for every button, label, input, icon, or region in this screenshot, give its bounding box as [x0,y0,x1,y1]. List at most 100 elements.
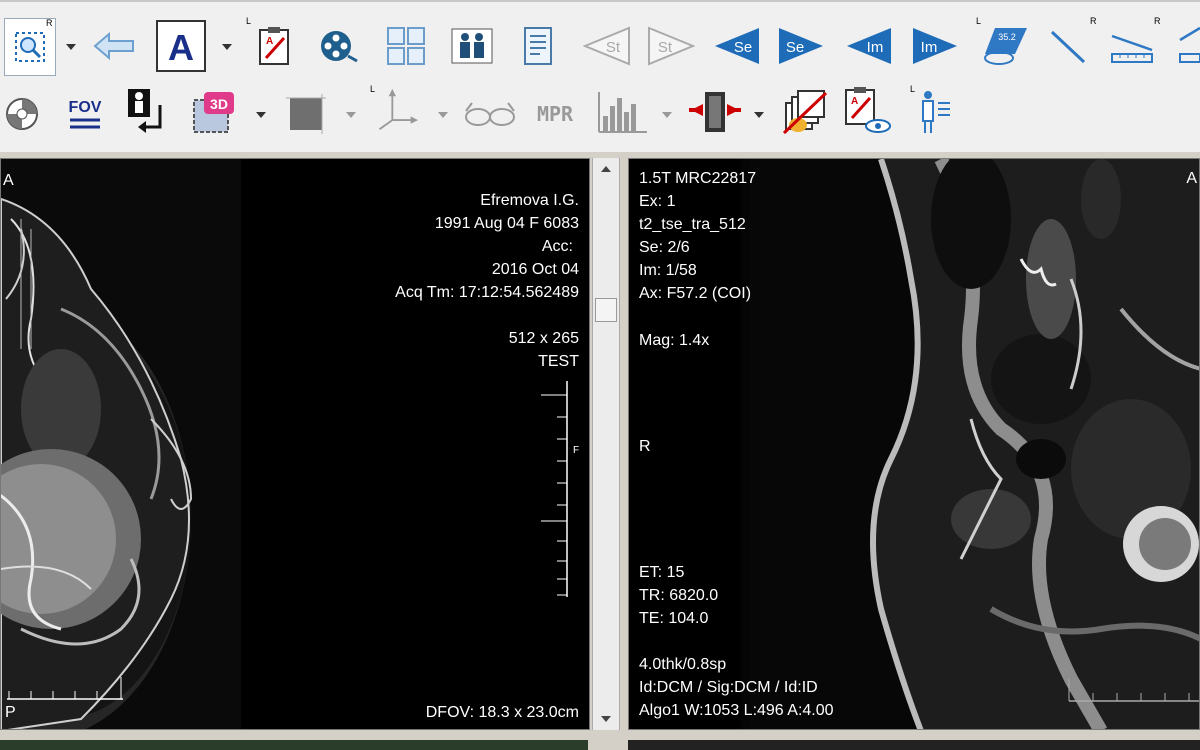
zoom-icon [15,32,45,62]
line-measure-icon [1050,30,1086,64]
study-date: 2016 Oct 04 [491,261,579,278]
sequence-label: t2_tse_tra_512 [639,216,746,233]
ruler-icon [1111,34,1153,63]
back-button[interactable] [92,24,136,68]
svg-text:A: A [266,36,273,47]
ruler-alt-icon [1179,26,1200,63]
svg-text:St: St [606,39,621,56]
text-dropdown[interactable] [222,44,232,50]
scroll-up-icon[interactable] [601,166,611,172]
svg-text:St: St [658,39,673,56]
right-viewport[interactable]: 1.5T MRC22817 Ex: 1 t2_tse_tra_512 Se: 2… [628,158,1200,730]
study-next-button[interactable]: St [646,24,696,68]
text-annotation-button[interactable]: A [156,20,206,72]
axis-button[interactable] [374,88,418,132]
svg-text:Im: Im [867,39,884,56]
series-next-icon: Se [779,28,823,64]
series-prev-button[interactable]: Se [712,24,762,68]
back-arrow-icon [93,31,134,61]
3d-dropdown[interactable] [256,112,266,118]
stack-scroll-button[interactable] [780,90,830,135]
crop-dropdown[interactable] [346,112,356,118]
svg-text:FOV: FOV [69,99,102,116]
ruler-button[interactable] [1110,24,1154,68]
thickness-label: 4.0thk/0.8sp [639,656,727,673]
orientation-bottom-label: P [5,704,16,721]
patient-info-icon [922,91,950,133]
study-prev-button[interactable]: St [582,24,632,68]
histogram-dropdown[interactable] [662,112,672,118]
scroll-thumb[interactable] [595,298,617,322]
report-document-icon [524,27,552,65]
exam-label: Ex: 1 [639,193,676,210]
mpr-button[interactable]: MPR [526,92,584,136]
histogram-icon [598,92,647,133]
svg-text:A: A [168,27,194,66]
patient-rotate-button[interactable] [124,88,168,133]
dfov-label: DFOV: 18.3 x 23.0cm [425,704,579,721]
histogram-button[interactable] [594,90,650,134]
annotation-text-icon: A [168,27,194,66]
tr-label: TR: 6820.0 [639,587,719,604]
te-label: TE: 104.0 [639,610,709,627]
zoom-dropdown[interactable] [66,44,76,50]
orientation-top-label: A [3,172,14,189]
image-next-button[interactable]: Im [910,24,960,68]
3d-button[interactable]: 3D [190,90,240,134]
patient-info-button[interactable] [912,90,956,134]
layout-button[interactable] [384,24,428,68]
ruler-sup: R [1154,16,1161,26]
accession-label: Acc: [541,238,573,255]
angle-measure-button[interactable]: 35.2 [978,24,1030,68]
glasses-button[interactable] [462,92,516,136]
bottom-viewport-strip [0,732,1200,750]
axis-icon [378,88,418,130]
clipboard-annotate-button[interactable]: A [252,24,296,68]
fov-button[interactable]: FOV [60,92,110,136]
crop-button[interactable] [284,92,328,136]
series-next-button[interactable]: Se [776,24,826,68]
image-number-label: Im: 1/58 [639,262,697,279]
svg-text:Se: Se [734,39,752,56]
institution-label: TEST [538,353,579,370]
compare-icon [689,92,741,132]
angle-sup: L [976,16,982,26]
series-label: Se: 2/6 [639,239,690,256]
horizontal-scale-ruler [7,677,123,700]
svg-text:3D: 3D [210,96,228,112]
svg-text:Im: Im [921,39,938,56]
3d-icon: 3D [193,92,234,133]
orientation-left-label: R [639,438,651,455]
acquisition-time: Acq Tm: 17:12:54.562489 [395,284,579,301]
scale-marker-label: F [573,445,580,456]
patients-button[interactable] [450,24,494,68]
clipboard-annotate-icon: A [259,27,289,65]
axis-sup: L [370,84,376,94]
image-prev-icon: Im [847,28,891,64]
magnification-label: Mag: 1.4x [639,332,710,349]
window-level-icon [6,98,38,130]
axis-dropdown[interactable] [438,112,448,118]
cine-button[interactable] [316,24,360,68]
right-horizontal-scale-ruler [1068,679,1199,702]
toolbar-divider [0,0,1200,2]
fov-icon: FOV [69,99,102,129]
compare-dropdown[interactable] [754,112,764,118]
stack-hand-icon [782,90,828,135]
line-measure-button[interactable] [1046,24,1090,68]
compare-button[interactable] [688,90,742,134]
film-reel-icon [321,31,358,63]
left-viewport[interactable]: A P Efremova I.G. 1991 Aug 04 F 6083 Acc… [0,158,590,730]
study-next-icon: St [648,26,695,66]
report-button[interactable] [516,24,560,68]
sagittal-mri-image [741,159,1199,729]
window-level-button[interactable] [0,92,44,136]
ruler-alt-button[interactable] [1170,24,1200,68]
axis-position-label: Ax: F57.2 (COI) [639,285,752,302]
viewport-scrollbar[interactable] [592,158,620,730]
svg-text:A: A [851,96,858,107]
image-prev-button[interactable]: Im [844,24,894,68]
clipboard-eye-button[interactable]: A [842,87,892,133]
mpr-label: MPR [536,102,574,126]
scroll-down-icon[interactable] [601,716,611,722]
